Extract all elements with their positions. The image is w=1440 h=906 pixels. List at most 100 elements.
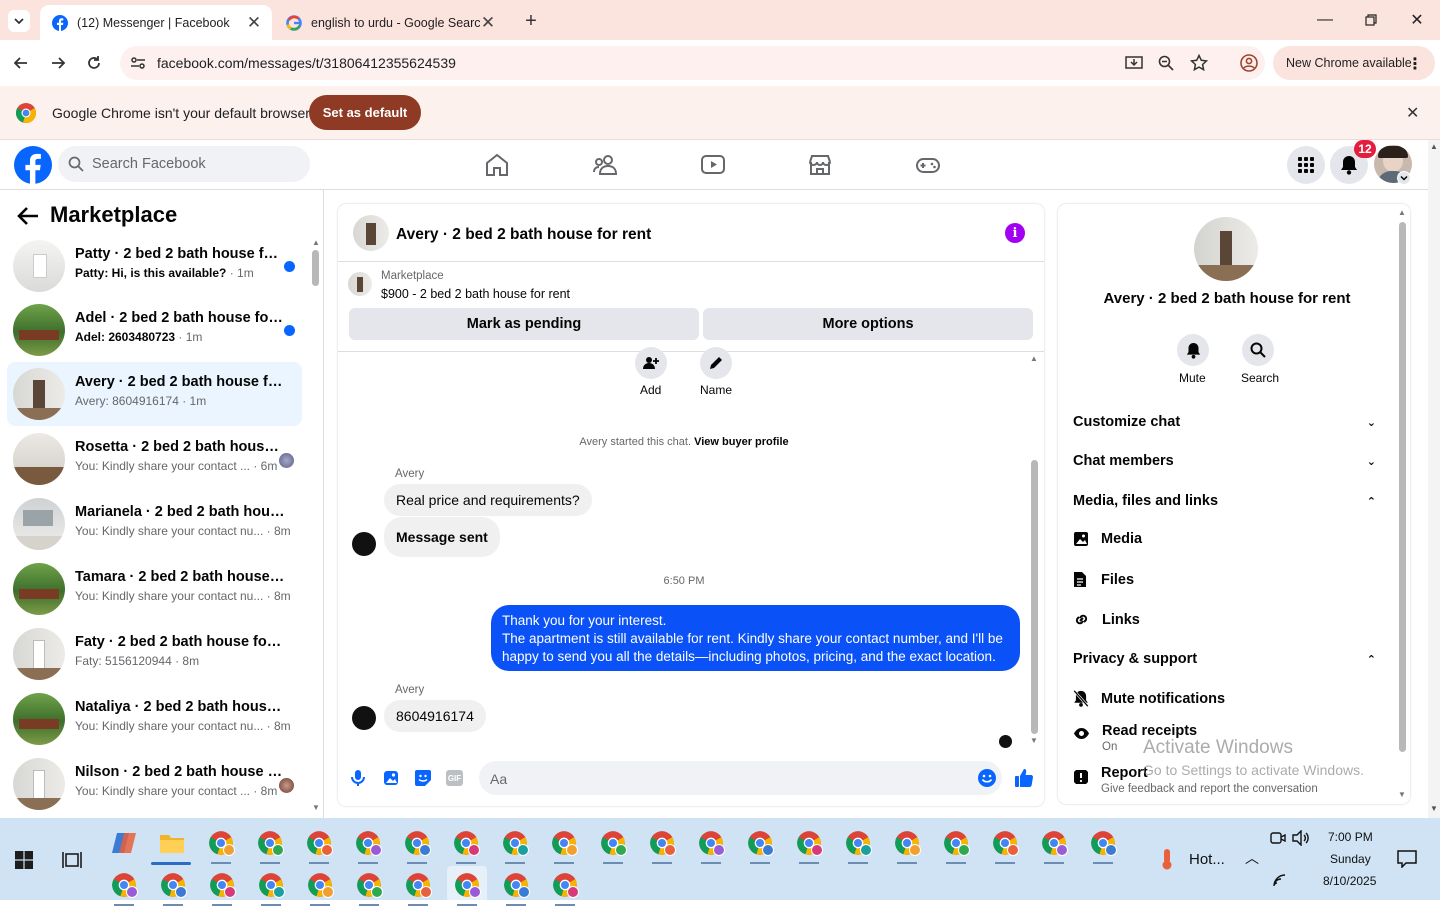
chat-members-section[interactable]: Chat members xyxy=(1073,453,1174,469)
chrome-taskbar-button[interactable] xyxy=(495,824,535,864)
chrome-taskbar-button[interactable] xyxy=(789,824,829,864)
chrome-taskbar-button[interactable] xyxy=(299,824,339,864)
conversation-item[interactable]: Marianela · 2 bed 2 bath house for rent … xyxy=(7,492,302,556)
chrome-taskbar-button[interactable] xyxy=(398,866,438,906)
details-scrollbar[interactable]: ▲ ▼ xyxy=(1398,208,1406,802)
scroll-up-icon[interactable]: ▲ xyxy=(1030,354,1038,363)
sender-avatar[interactable] xyxy=(352,532,376,556)
scroll-down-icon[interactable]: ▼ xyxy=(312,803,320,812)
scrollbar-thumb[interactable] xyxy=(312,250,319,286)
minimize-button[interactable]: — xyxy=(1302,0,1348,40)
chrome-taskbar-button[interactable] xyxy=(838,824,878,864)
install-app-icon[interactable] xyxy=(1125,55,1143,71)
facebook-search-input[interactable]: Search Facebook xyxy=(58,146,310,182)
gaming-icon[interactable] xyxy=(915,152,941,178)
info-icon[interactable]: i xyxy=(1005,223,1025,243)
conversation-item[interactable]: Faty · 2 bed 2 bath house for rent Faty:… xyxy=(7,622,302,686)
facebook-logo-icon[interactable] xyxy=(14,146,52,184)
chrome-taskbar-button[interactable] xyxy=(447,866,487,906)
chrome-taskbar-button[interactable] xyxy=(496,866,536,906)
emoji-icon[interactable] xyxy=(977,768,997,788)
mute-button[interactable] xyxy=(1177,334,1209,366)
back-button[interactable] xyxy=(10,52,32,74)
search-in-conversation-button[interactable] xyxy=(1242,334,1274,366)
speaker-icon[interactable] xyxy=(1292,830,1310,846)
chevron-up-icon[interactable]: ⌃ xyxy=(1367,653,1376,666)
zoom-icon[interactable] xyxy=(1158,55,1174,71)
kebab-menu-icon[interactable]: ⋮ xyxy=(1407,54,1423,74)
message-input[interactable]: Aa xyxy=(479,761,1002,795)
chat-title[interactable]: Avery · 2 bed 2 bath house for rent xyxy=(396,226,651,244)
chrome-taskbar-button[interactable] xyxy=(349,866,389,906)
notifications-button[interactable]: 12 xyxy=(1330,140,1376,184)
chevron-down-icon[interactable]: ⌄ xyxy=(1367,455,1376,468)
close-infobar-icon[interactable]: ✕ xyxy=(1406,103,1419,123)
chrome-taskbar-button[interactable] xyxy=(691,824,731,864)
thumbs-up-icon[interactable] xyxy=(1014,768,1034,788)
add-person-button[interactable] xyxy=(635,347,667,379)
chrome-taskbar-button[interactable] xyxy=(397,824,437,864)
menu-button[interactable] xyxy=(1287,146,1325,184)
name-button[interactable] xyxy=(700,347,732,379)
conversation-item[interactable]: Adel · 2 bed 2 bath house for rent Adel:… xyxy=(7,298,302,362)
address-bar[interactable]: facebook.com/messages/t/3180641235562453… xyxy=(120,46,1265,80)
files-item[interactable]: Files xyxy=(1073,571,1134,588)
mute-notifications-item[interactable]: Mute notifications xyxy=(1073,690,1225,707)
chrome-taskbar-button[interactable] xyxy=(446,824,486,864)
tab-google-search[interactable]: english to urdu - Google Search ✕ xyxy=(274,5,506,40)
account-chevron[interactable] xyxy=(1397,171,1411,185)
chevron-down-icon[interactable]: ⌄ xyxy=(1367,416,1376,429)
clock-date[interactable]: 8/10/2025 xyxy=(1323,874,1376,888)
media-item[interactable]: Media xyxy=(1073,531,1142,547)
friends-icon[interactable] xyxy=(592,152,618,178)
chrome-taskbar-button[interactable] xyxy=(545,866,585,906)
chrome-taskbar-button[interactable] xyxy=(985,824,1025,864)
scroll-down-icon[interactable]: ▼ xyxy=(1398,790,1406,799)
scroll-down-icon[interactable]: ▼ xyxy=(1030,736,1038,745)
chrome-taskbar-button[interactable] xyxy=(593,824,633,864)
chrome-taskbar-button[interactable] xyxy=(1034,824,1074,864)
sidebar-scrollbar[interactable]: ▲ ▼ xyxy=(312,238,320,814)
conversation-item[interactable]: Tamara · 2 bed 2 bath house for rent You… xyxy=(7,557,302,621)
chat-scrollbar[interactable]: ▲ ▼ xyxy=(1030,354,1038,749)
copilot-icon[interactable] xyxy=(111,830,137,856)
conversation-item[interactable]: Nataliya · 2 bed 2 bath house for rent Y… xyxy=(7,687,302,751)
chrome-taskbar-button[interactable] xyxy=(544,824,584,864)
wifi-icon[interactable] xyxy=(1272,873,1288,887)
weather-widget[interactable]: Hot... xyxy=(1158,848,1225,870)
profile-icon[interactable] xyxy=(1240,54,1258,72)
home-icon[interactable] xyxy=(484,152,510,178)
chrome-taskbar-button[interactable] xyxy=(251,866,291,906)
new-chrome-available-button[interactable]: New Chrome available ⋮ xyxy=(1273,46,1435,80)
outgoing-message[interactable]: Thank you for your interest. The apartme… xyxy=(491,605,1020,671)
view-buyer-profile-link[interactable]: View buyer profile xyxy=(694,436,789,448)
camera-meet-icon[interactable] xyxy=(1270,830,1286,846)
task-view-icon[interactable] xyxy=(62,851,82,869)
back-arrow-icon[interactable] xyxy=(17,206,39,226)
scroll-up-icon[interactable]: ▲ xyxy=(312,238,320,247)
chrome-taskbar-button[interactable] xyxy=(1083,824,1123,864)
file-explorer-icon[interactable] xyxy=(159,832,185,854)
microphone-icon[interactable] xyxy=(350,769,366,787)
chrome-taskbar-button[interactable] xyxy=(104,866,144,906)
customize-chat-section[interactable]: Customize chat xyxy=(1073,414,1180,430)
new-tab-button[interactable]: + xyxy=(520,10,542,32)
close-window-button[interactable]: ✕ xyxy=(1394,0,1440,40)
more-options-button[interactable]: More options xyxy=(703,308,1033,340)
tab-search-button[interactable] xyxy=(8,10,30,32)
clock-time[interactable]: 7:00 PM xyxy=(1328,830,1373,844)
chrome-taskbar-button[interactable] xyxy=(936,824,976,864)
conversation-item[interactable]: Nilson · 2 bed 2 bath house for rent You… xyxy=(7,752,302,816)
chat-avatar[interactable] xyxy=(353,215,389,251)
chrome-taskbar-button[interactable] xyxy=(642,824,682,864)
reload-button[interactable] xyxy=(83,52,105,74)
chrome-taskbar-button[interactable] xyxy=(202,866,242,906)
listing-price-title[interactable]: $900 - 2 bed 2 bath house for rent xyxy=(381,287,570,301)
links-item[interactable]: Links xyxy=(1073,611,1140,628)
clock-day[interactable]: Sunday xyxy=(1330,852,1371,866)
close-tab-icon[interactable]: ✕ xyxy=(480,13,496,33)
scrollbar-thumb[interactable] xyxy=(1031,460,1038,734)
chrome-taskbar-button[interactable] xyxy=(250,824,290,864)
chrome-taskbar-button[interactable] xyxy=(740,824,780,864)
chrome-taskbar-button[interactable] xyxy=(887,824,927,864)
